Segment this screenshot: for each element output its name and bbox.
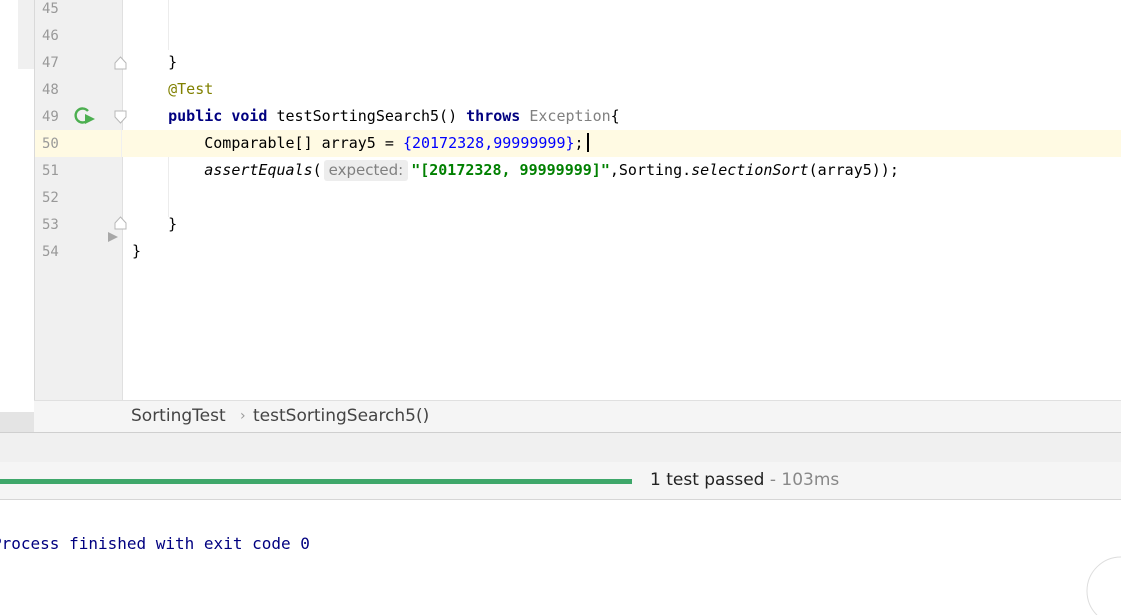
parameter-hint: expected: xyxy=(323,160,409,181)
tool-window-splitter[interactable] xyxy=(0,432,1121,464)
selection-sort-call: selectionSort xyxy=(691,161,809,179)
test-passed-label: 1 test passed xyxy=(650,470,765,490)
left-strip xyxy=(0,0,18,400)
number-literal: 99999999 xyxy=(493,134,566,152)
breadcrumb-method[interactable]: testSortingSearch5() xyxy=(253,401,429,431)
code-line-47[interactable]: } xyxy=(132,49,177,76)
line-number: 46 xyxy=(42,28,59,44)
code-line-49[interactable]: public void testSortingSearch5() throws … xyxy=(132,103,620,130)
assert-equals-call: assertEquals xyxy=(204,161,313,179)
array-declaration: Comparable[] array5 = xyxy=(204,134,403,152)
test-duration: - 103ms xyxy=(764,470,840,490)
code-line-50[interactable]: Comparable[] array5 = {20172328,99999999… xyxy=(132,130,589,157)
method-end-arrow-icon xyxy=(108,232,118,242)
line-number: 49 xyxy=(42,109,59,125)
line-number: 50 xyxy=(42,136,59,152)
closing-brace: } xyxy=(168,53,178,71)
line-number: 52 xyxy=(42,190,59,206)
left-strip-bottom xyxy=(0,412,34,432)
left-strip-panel xyxy=(18,0,34,69)
fold-marker-icon[interactable] xyxy=(114,216,127,230)
keyword-void: void xyxy=(231,107,268,125)
method-name: testSortingSearch5() xyxy=(276,107,458,125)
breadcrumb-class[interactable]: SortingTest xyxy=(131,401,226,431)
test-annotation: @Test xyxy=(168,80,214,98)
keyword-throws: throws xyxy=(466,107,521,125)
class-closing-brace: } xyxy=(132,242,142,260)
string-literal: "[20172328, 99999999]" xyxy=(411,161,610,179)
test-result-status: 1 test passed - 103ms xyxy=(650,462,839,499)
open-paren: ( xyxy=(312,161,322,179)
call-arguments: (array5)); xyxy=(808,161,899,179)
run-test-icon[interactable] xyxy=(72,105,96,127)
open-brace: { xyxy=(610,107,620,125)
line-number: 45 xyxy=(42,1,59,17)
fold-marker-icon[interactable] xyxy=(114,56,127,70)
closing-brace: } xyxy=(168,215,178,233)
line-number: 48 xyxy=(42,82,59,98)
line-number: 53 xyxy=(42,217,59,233)
code-line-48[interactable]: @Test xyxy=(132,76,213,103)
code-line-54[interactable]: } xyxy=(132,238,141,265)
fold-marker-icon[interactable] xyxy=(114,110,127,124)
array-open-brace: { xyxy=(402,134,412,152)
breadcrumb-separator-icon: › xyxy=(240,408,246,424)
line-number: 51 xyxy=(42,163,59,179)
array-close-brace: } xyxy=(565,134,575,152)
breadcrumb: SortingTest › testSortingSearch5() xyxy=(34,400,1121,433)
code-line-53[interactable]: } xyxy=(132,211,177,238)
semicolon: ; xyxy=(574,134,584,152)
indent-guide xyxy=(168,0,169,50)
exception-type: Exception xyxy=(529,107,611,125)
text-caret xyxy=(586,133,589,152)
keyword-public: public xyxy=(168,107,223,125)
comma: , xyxy=(484,134,494,152)
line-number: 54 xyxy=(42,244,59,260)
number-literal: 20172328 xyxy=(411,134,485,152)
sorting-reference: ,Sorting. xyxy=(609,161,692,179)
code-editor[interactable]: 45 46 47 48 49 50 51 52 53 54 } @Test pu… xyxy=(0,0,1121,400)
test-progress-bar xyxy=(0,479,632,484)
line-number: 47 xyxy=(42,55,59,71)
console-line: Process finished with exit code 0 xyxy=(0,534,310,553)
corner-decoration xyxy=(1086,556,1121,615)
code-line-51[interactable]: assertEquals(expected: "[20172328, 999999… xyxy=(132,157,899,184)
